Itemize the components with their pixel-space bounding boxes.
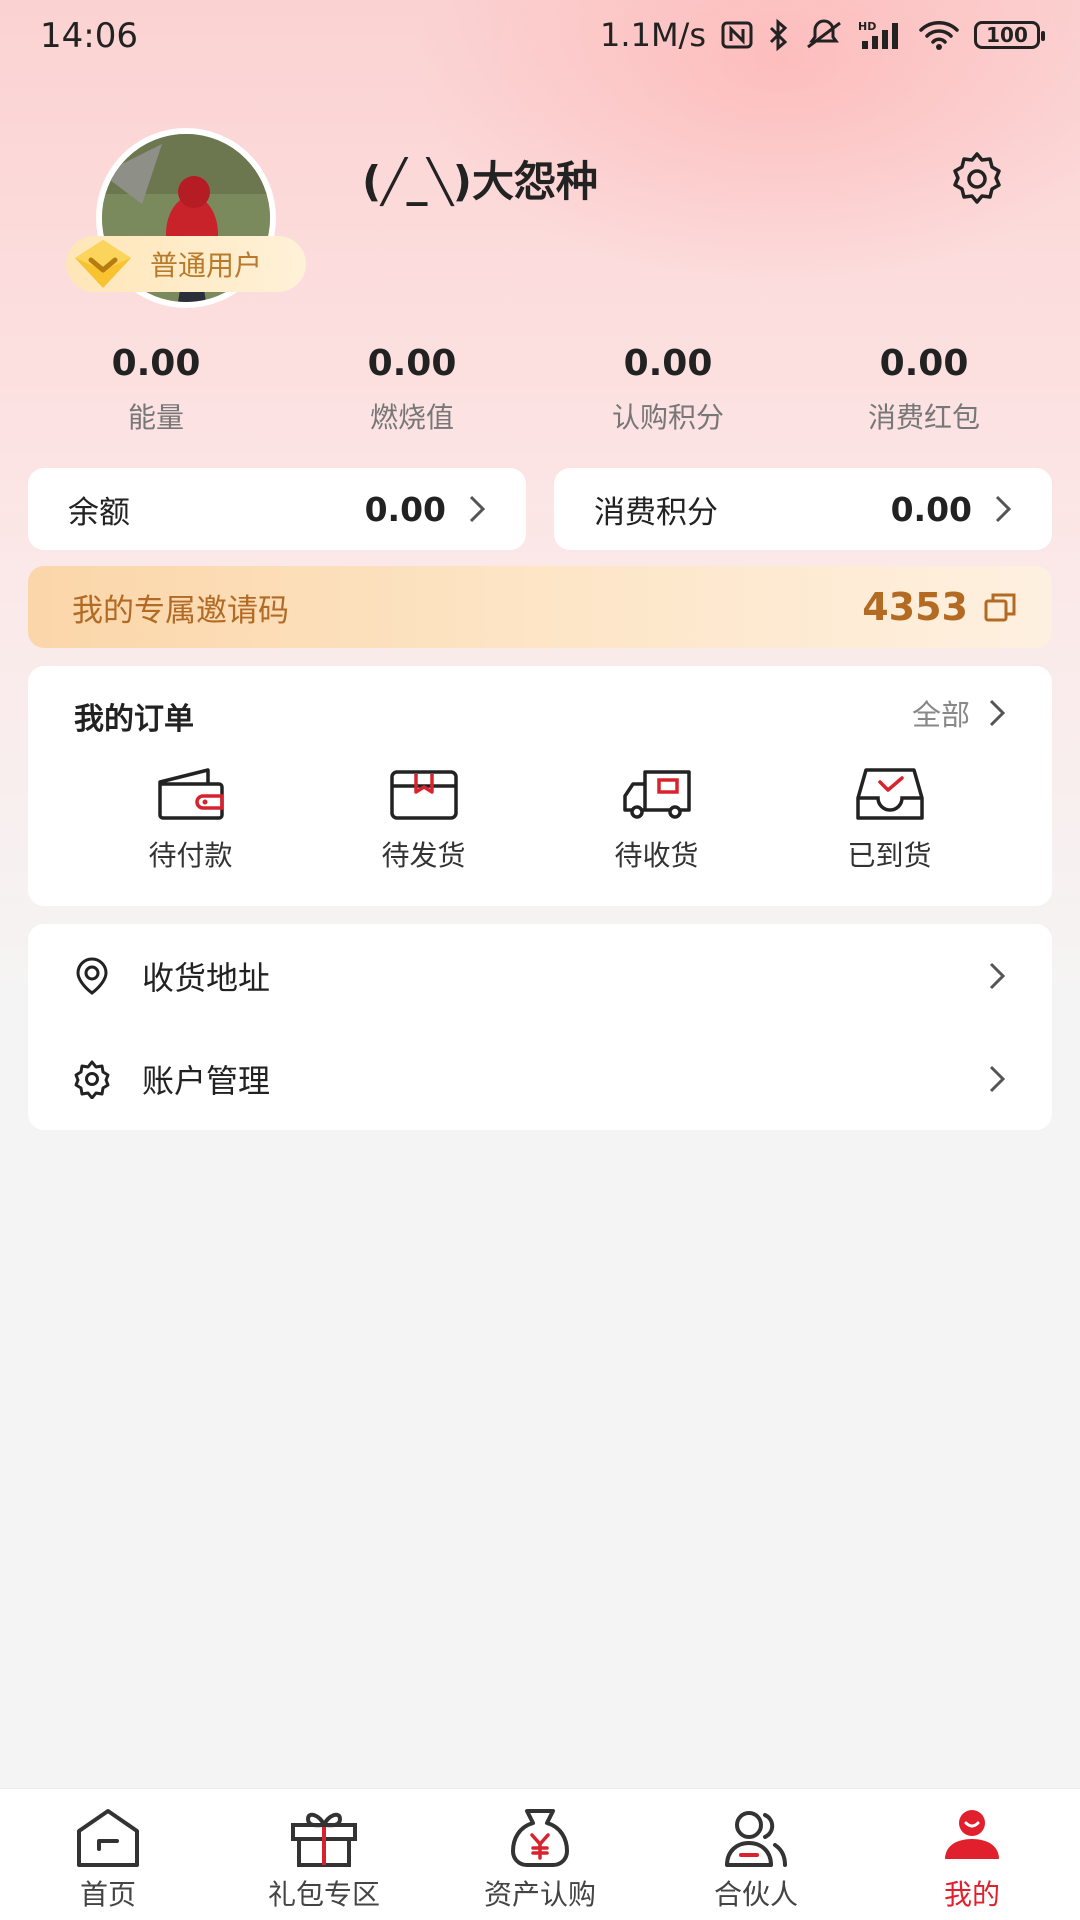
wifi-icon	[919, 21, 959, 50]
settings-menu-card: 收货地址 账户管理	[28, 924, 1052, 1130]
order-pending-shipment[interactable]: 待发货	[307, 766, 540, 874]
stat-label: 认购积分	[611, 401, 724, 434]
consumption-points-value: 0.00	[890, 489, 972, 529]
invite-code-value: 4353	[862, 585, 968, 629]
membership-badge: 普通用户	[66, 236, 306, 292]
truck-icon	[622, 770, 691, 819]
username: (╱_╲)大怨种	[362, 157, 598, 206]
location-pin-icon	[76, 957, 108, 995]
wallet-icon	[157, 768, 224, 820]
order-pending-payment[interactable]: 待付款	[74, 766, 307, 874]
order-item-label: 待收货	[614, 839, 699, 872]
status-icons: 1.1M/s HD 100	[600, 16, 1045, 54]
nfc-icon	[721, 21, 753, 49]
stat-value: 0.00	[367, 343, 457, 384]
stat-value: 0.00	[879, 343, 969, 384]
stat-label: 燃烧值	[369, 401, 454, 434]
status-time: 14:06	[40, 16, 138, 56]
nav-home[interactable]: 首页	[0, 1789, 216, 1920]
stat-value: 0.00	[111, 343, 201, 384]
nav-label: 首页	[79, 1878, 136, 1911]
gift-icon	[291, 1812, 357, 1867]
settings-gear-icon[interactable]	[948, 150, 1006, 208]
nav-label: 资产认购	[483, 1878, 596, 1911]
nav-label: 我的	[943, 1878, 1000, 1911]
orders-all-label: 全部	[911, 698, 970, 732]
nav-asset-subscription[interactable]: 资产认购	[432, 1789, 648, 1920]
stats-row: 0.00 能量 0.00 燃烧值 0.00 认购积分 0.00 消费红包	[28, 340, 1052, 436]
stat-value: 0.00	[623, 343, 713, 384]
inbox-check-icon	[855, 768, 924, 820]
nav-label: 合伙人	[713, 1878, 798, 1911]
order-item-label: 待发货	[381, 839, 466, 872]
chevron-right-icon	[989, 1065, 1006, 1092]
my-orders-card: 我的订单 全部 待付款 待发货 待收货 已到货	[28, 666, 1052, 906]
hd-signal-icon: HD	[858, 20, 898, 49]
consumption-points-card[interactable]: 消费积分 0.00	[554, 468, 1052, 550]
money-bag-icon	[511, 1809, 569, 1867]
order-item-label: 已到货	[847, 839, 932, 872]
menu-item-label: 收货地址	[142, 958, 271, 997]
nav-gift-zone[interactable]: 礼包专区	[216, 1789, 432, 1920]
nav-partner[interactable]: 合伙人	[648, 1789, 864, 1920]
nav-label: 礼包专区	[267, 1878, 380, 1911]
vip-diamond-icon	[66, 236, 140, 292]
chevron-right-icon	[995, 495, 1012, 523]
order-status-row: 待付款 待发货 待收货 已到货	[28, 766, 1052, 874]
mute-icon	[807, 19, 841, 49]
home-icon	[77, 1809, 139, 1867]
membership-label: 普通用户	[150, 249, 263, 282]
svg-text:HD: HD	[858, 20, 876, 33]
partner-icon	[725, 1811, 787, 1867]
chevron-right-icon	[989, 699, 1006, 727]
user-icon	[945, 1810, 999, 1859]
chevron-right-icon	[469, 495, 486, 523]
balance-value: 0.00	[364, 489, 446, 529]
orders-title: 我的订单	[74, 702, 194, 737]
battery-icon: 100	[974, 21, 1045, 49]
invite-code-label: 我的专属邀请码	[72, 592, 289, 629]
gear-icon	[74, 1060, 110, 1099]
stat-energy[interactable]: 0.00 能量	[28, 340, 284, 436]
stat-label: 消费红包	[867, 401, 980, 434]
menu-item-shipping-address[interactable]: 收货地址	[28, 924, 1052, 1027]
invite-code-banner: 我的专属邀请码 4353	[28, 566, 1052, 648]
order-pending-receipt[interactable]: 待收货	[540, 766, 773, 874]
menu-item-account-management[interactable]: 账户管理	[28, 1027, 1052, 1130]
copy-icon[interactable]	[984, 592, 1016, 622]
nav-mine[interactable]: 我的	[864, 1789, 1080, 1920]
balance-card[interactable]: 余额 0.00	[28, 468, 526, 550]
consumption-points-label: 消费积分	[594, 494, 718, 531]
stat-label: 能量	[127, 401, 184, 434]
balance-label: 余额	[68, 494, 130, 531]
stat-burn-value[interactable]: 0.00 燃烧值	[284, 340, 540, 436]
stat-consumption-redpacket[interactable]: 0.00 消费红包	[796, 340, 1052, 436]
menu-item-label: 账户管理	[142, 1061, 271, 1100]
bottom-navigation: 首页 礼包专区 资产认购 合伙人 我的	[0, 1788, 1080, 1920]
chevron-right-icon	[989, 962, 1006, 989]
order-delivered[interactable]: 已到货	[773, 766, 1006, 874]
order-item-label: 待付款	[148, 839, 233, 872]
network-speed: 1.1M/s	[600, 16, 706, 54]
box-icon	[389, 770, 458, 820]
stat-subscription-points[interactable]: 0.00 认购积分	[540, 340, 796, 436]
orders-view-all-link[interactable]: 全部	[912, 692, 1006, 734]
bluetooth-icon	[769, 19, 788, 51]
